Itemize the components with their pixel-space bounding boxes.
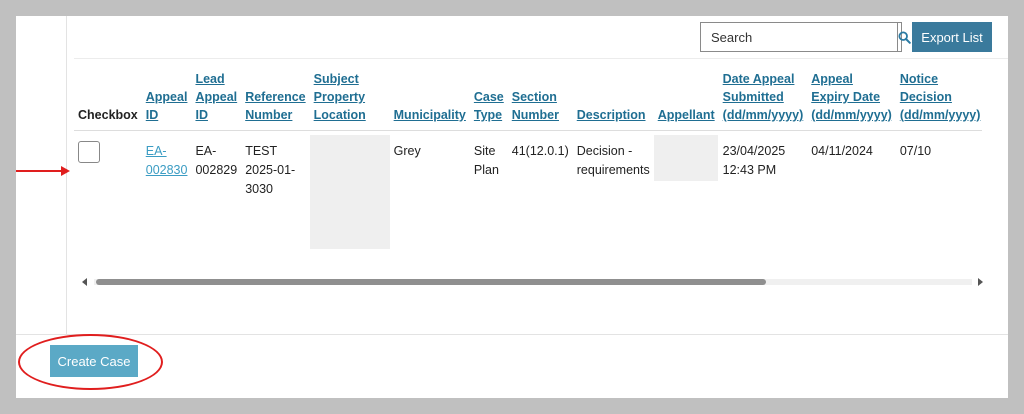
cell-lead-appeal-id: EA-002829 [195, 144, 238, 177]
bottom-divider [16, 334, 1008, 335]
appeals-table-scroll[interactable]: Checkbox Appeal ID Lead Appeal ID Refere… [74, 70, 982, 270]
header-section-number[interactable]: Section Number [507, 70, 573, 131]
header-case-type[interactable]: Case Type [469, 70, 508, 131]
search-icon [898, 30, 911, 44]
appeal-list-panel: Export List Checkbox Appeal ID Lead Appe… [16, 16, 1008, 398]
scroll-left-arrow-icon[interactable] [82, 278, 87, 286]
annotation-arrow-icon [16, 166, 70, 176]
search-input[interactable] [701, 23, 897, 51]
appeal-id-link[interactable]: EA-002830 [146, 144, 188, 177]
cell-date-appeal-submitted: 23/04/2025 12:43 PM [722, 144, 786, 177]
cell-description: Decision - requirements [576, 144, 650, 177]
row-checkbox[interactable] [78, 141, 100, 163]
header-checkbox: Checkbox [74, 70, 142, 131]
cell-section-number: 41(12.0.1) [511, 144, 569, 158]
cell-municipality: Grey [393, 144, 421, 158]
appeals-table: Checkbox Appeal ID Lead Appeal ID Refere… [74, 70, 982, 249]
header-appeal-id[interactable]: Appeal ID [141, 70, 192, 131]
cell-appeal-id: EA-002830 [142, 131, 192, 250]
toolbar-divider [74, 58, 1008, 59]
page-frame: Export List Checkbox Appeal ID Lead Appe… [16, 16, 1008, 398]
cell-checkbox [74, 131, 142, 250]
export-list-button[interactable]: Export List [912, 22, 992, 52]
header-appeal-expiry-date[interactable]: Appeal Expiry Date (dd/mm/yyyy) [807, 70, 896, 131]
cell-reference-number: TEST 2025-01-3030 [245, 144, 296, 196]
header-reference-number[interactable]: Reference Number [241, 70, 310, 131]
redacted-appellant [653, 135, 718, 181]
cell-appellant [653, 131, 719, 250]
cell-subject-property-location [309, 131, 390, 249]
search-button[interactable] [897, 23, 911, 51]
header-subject-property-location[interactable]: Subject Property Location [309, 70, 390, 131]
header-notice-decision[interactable]: Notice Decision (dd/mm/yyyy) [895, 70, 982, 131]
cell-notice-decision: 07/10 [899, 144, 932, 158]
redacted-location [309, 135, 390, 249]
search-box [700, 22, 911, 52]
annotation-circle [18, 334, 163, 390]
cell-case-type: Site Plan [473, 144, 499, 177]
header-appellant[interactable]: Appellant [653, 70, 719, 131]
table-header-row: Checkbox Appeal ID Lead Appeal ID Refere… [74, 70, 982, 131]
horizontal-scroll-thumb[interactable] [96, 279, 766, 285]
header-municipality[interactable]: Municipality [389, 70, 470, 131]
cell-appeal-expiry-date: 04/11/2024 [811, 144, 873, 158]
table-row: EA-002830 EA-002829 TEST 2025-01-3030 Gr… [74, 131, 982, 250]
header-description[interactable]: Description [572, 70, 654, 131]
scroll-right-arrow-icon[interactable] [978, 278, 983, 286]
header-date-appeal-submitted[interactable]: Date Appeal Submitted (dd/mm/yyyy) [718, 70, 808, 131]
header-lead-appeal-id[interactable]: Lead Appeal ID [191, 70, 242, 131]
